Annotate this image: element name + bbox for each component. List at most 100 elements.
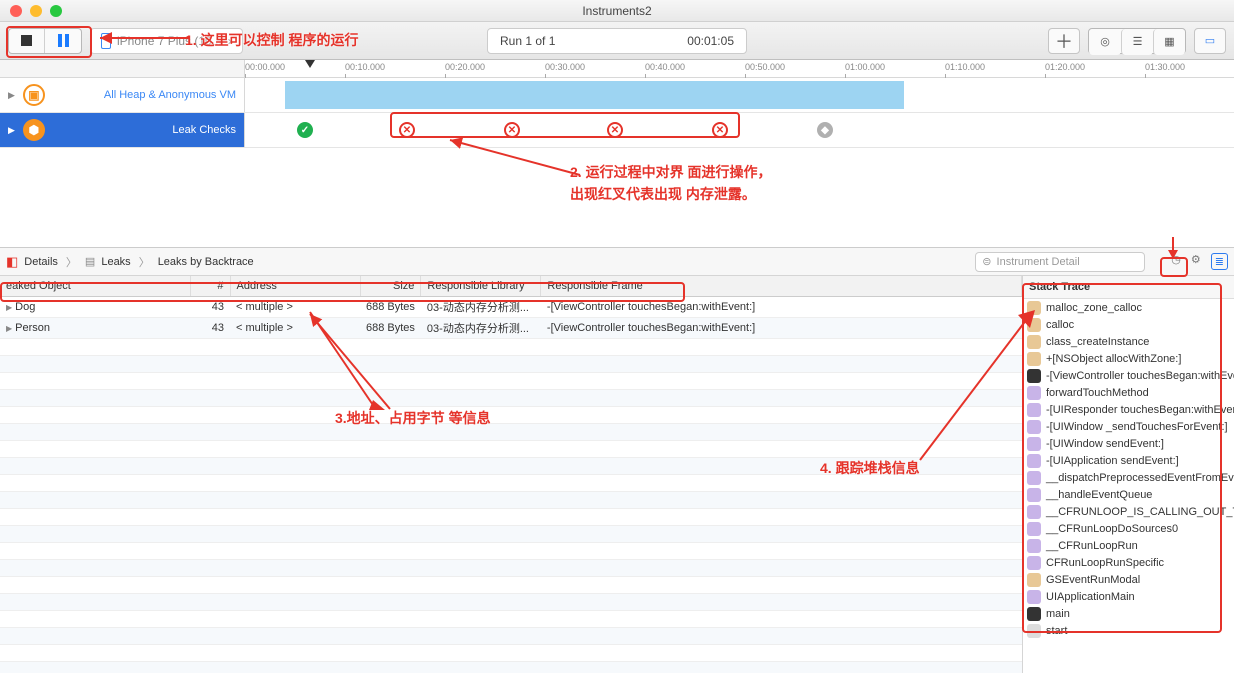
col-object[interactable]: eaked Object — [0, 276, 190, 297]
ruler-gutter — [0, 60, 245, 77]
stack-frame[interactable]: UIApplicationMain — [1023, 588, 1234, 605]
gear-icon[interactable]: ⚙ — [1191, 253, 1201, 270]
stack-frame[interactable]: -[UIApplication sendEvent:] — [1023, 452, 1234, 469]
leaks-table: eaked Object # Address Size Responsible … — [0, 276, 1022, 339]
pause-button[interactable] — [45, 29, 81, 53]
view-mode-icon[interactable]: ▤ — [85, 255, 95, 268]
col-lib[interactable]: Responsible Library — [421, 276, 541, 297]
frame-icon — [1027, 573, 1041, 587]
frame-icon — [1027, 607, 1041, 621]
stack-icon[interactable]: ≣ — [1211, 253, 1228, 270]
stack-frame[interactable]: start — [1023, 622, 1234, 639]
stack-frame[interactable]: -[UIResponder touchesBegan:withEvent:] — [1023, 401, 1234, 418]
leak-pending-icon[interactable]: ◆ — [817, 122, 833, 138]
frame-label: __CFRunLoopDoSources0 — [1046, 523, 1178, 535]
frame-label: +[NSObject allocWithZone:] — [1046, 353, 1181, 365]
add-button[interactable]: ＋ — [1048, 28, 1080, 54]
breadcrumb-leaks[interactable]: Leaks — [101, 256, 130, 268]
frame-icon — [1027, 301, 1041, 315]
table-header[interactable]: eaked Object # Address Size Responsible … — [0, 276, 1022, 297]
playhead-icon[interactable] — [305, 60, 315, 68]
titlebar: Instruments2 — [0, 0, 1234, 22]
timeline-ruler[interactable]: 00:00.00000:10.00000:20.00000:30.00000:4… — [0, 60, 1234, 78]
disclosure-icon[interactable]: ▶ — [8, 90, 15, 101]
ruler-tick: 01:10.000 — [945, 62, 985, 72]
grid-view-icon[interactable]: ▦ — [1153, 29, 1185, 55]
col-frame[interactable]: Responsible Frame — [541, 276, 1022, 297]
frame-icon — [1027, 386, 1041, 400]
ruler-tick: 01:20.000 — [1045, 62, 1085, 72]
leak-fail-icon[interactable]: ✕ — [399, 122, 415, 138]
ruler-ticks: 00:00.00000:10.00000:20.00000:30.00000:4… — [245, 60, 1234, 77]
stack-frame[interactable]: -[UIWindow sendEvent:] — [1023, 435, 1234, 452]
stack-frame[interactable]: __handleEventQueue — [1023, 486, 1234, 503]
disclosure-icon[interactable]: ▶ — [8, 125, 15, 136]
stack-frame[interactable]: +[NSObject allocWithZone:] — [1023, 350, 1234, 367]
col-size[interactable]: Size — [360, 276, 421, 297]
phone-icon — [101, 33, 111, 49]
ruler-tick: 00:00.000 — [245, 62, 285, 72]
breadcrumb-details[interactable]: Details — [24, 256, 58, 268]
leaks-track[interactable]: ▶ ⬢ Leak Checks ✓✕✕✕✕◆ — [0, 113, 1234, 148]
leaks-icon: ⬢ — [23, 119, 45, 141]
search-input[interactable]: ⊜ Instrument Detail — [975, 252, 1145, 272]
frame-icon — [1027, 505, 1041, 519]
close-window[interactable] — [10, 5, 22, 17]
frame-label: -[UIWindow sendEvent:] — [1046, 438, 1164, 450]
stack-frame[interactable]: GSEventRunModal — [1023, 571, 1234, 588]
stack-frame[interactable]: __CFRunLoopRun — [1023, 537, 1234, 554]
col-count[interactable]: # — [190, 276, 230, 297]
col-address[interactable]: Address — [230, 276, 360, 297]
stack-title: Stack Trace — [1023, 276, 1234, 299]
leak-fail-icon[interactable]: ✕ — [607, 122, 623, 138]
frame-label: calloc — [1046, 319, 1074, 331]
frame-label: __dispatchPreprocessedEventFromEventQueu… — [1046, 472, 1234, 484]
stack-frame[interactable]: __CFRUNLOOP_IS_CALLING_OUT_TO_A_SOURCE0_… — [1023, 503, 1234, 520]
frame-label: forwardTouchMethod — [1046, 387, 1149, 399]
stack-frame[interactable]: malloc_zone_calloc — [1023, 299, 1234, 316]
detail-bar: ◧ Details 〉 ▤ Leaks 〉 Leaks by Backtrace… — [0, 248, 1234, 276]
frame-icon — [1027, 454, 1041, 468]
list-view-icon[interactable]: ☰ — [1121, 29, 1153, 55]
breadcrumb-backtrace[interactable]: Leaks by Backtrace — [158, 256, 254, 268]
frame-label: -[UIApplication sendEvent:] — [1046, 455, 1179, 467]
stack-frame[interactable]: calloc — [1023, 316, 1234, 333]
leak-fail-icon[interactable]: ✕ — [504, 122, 520, 138]
timeline-spacer — [0, 148, 1234, 248]
filter-icon: ⊜ — [982, 255, 991, 268]
run-status[interactable]: Run 1 of 1 00:01:05 — [487, 28, 747, 54]
detail-menu-icon[interactable]: ◧ — [6, 254, 18, 270]
ruler-tick: 01:00.000 — [845, 62, 885, 72]
frame-icon — [1027, 471, 1041, 485]
frame-label: -[UIResponder touchesBegan:withEvent:] — [1046, 404, 1234, 416]
leak-ok-icon[interactable]: ✓ — [297, 122, 313, 138]
stack-frame[interactable]: class_createInstance — [1023, 333, 1234, 350]
frame-label: -[UIWindow _sendTouchesForEvent:] — [1046, 421, 1228, 433]
allocations-graph — [285, 81, 904, 109]
stack-frame[interactable]: main — [1023, 605, 1234, 622]
table-row[interactable]: ▶Dog43< multiple >688 Bytes03-动态内存分析测...… — [0, 297, 1022, 318]
stack-frame[interactable]: __dispatchPreprocessedEventFromEventQueu… — [1023, 469, 1234, 486]
stack-frame[interactable]: -[ViewController touchesBegan:withEvent:… — [1023, 367, 1234, 384]
frame-icon — [1027, 335, 1041, 349]
frame-icon — [1027, 556, 1041, 570]
device-target[interactable]: iPhone 7 Plus (10... › — [90, 28, 243, 54]
allocations-track[interactable]: ▶ ▣ All Heap & Anonymous VM — [0, 78, 1234, 113]
frame-label: malloc_zone_calloc — [1046, 302, 1142, 314]
device-label: iPhone 7 Plus (10... — [117, 34, 222, 48]
strategy-icon[interactable]: ◎ — [1089, 29, 1121, 55]
table-row[interactable]: ▶Person43< multiple >688 Bytes03-动态内存分析测… — [0, 318, 1022, 339]
stack-frame[interactable]: forwardTouchMethod — [1023, 384, 1234, 401]
record-button[interactable] — [9, 29, 45, 53]
toolbar: iPhone 7 Plus (10... › Run 1 of 1 00:01:… — [0, 22, 1234, 60]
stack-frame[interactable]: CFRunLoopRunSpecific — [1023, 554, 1234, 571]
stack-frame[interactable]: -[UIWindow _sendTouchesForEvent:] — [1023, 418, 1234, 435]
ruler-tick: 01:30.000 — [1145, 62, 1185, 72]
stack-frame[interactable]: __CFRunLoopDoSources0 — [1023, 520, 1234, 537]
leak-fail-icon[interactable]: ✕ — [712, 122, 728, 138]
inspector-button[interactable]: ▭ — [1194, 28, 1226, 54]
run-label: Run 1 of 1 — [500, 34, 555, 48]
minimize-window[interactable] — [30, 5, 42, 17]
timeline-icon[interactable]: ◷ — [1171, 253, 1181, 270]
zoom-window[interactable] — [50, 5, 62, 17]
